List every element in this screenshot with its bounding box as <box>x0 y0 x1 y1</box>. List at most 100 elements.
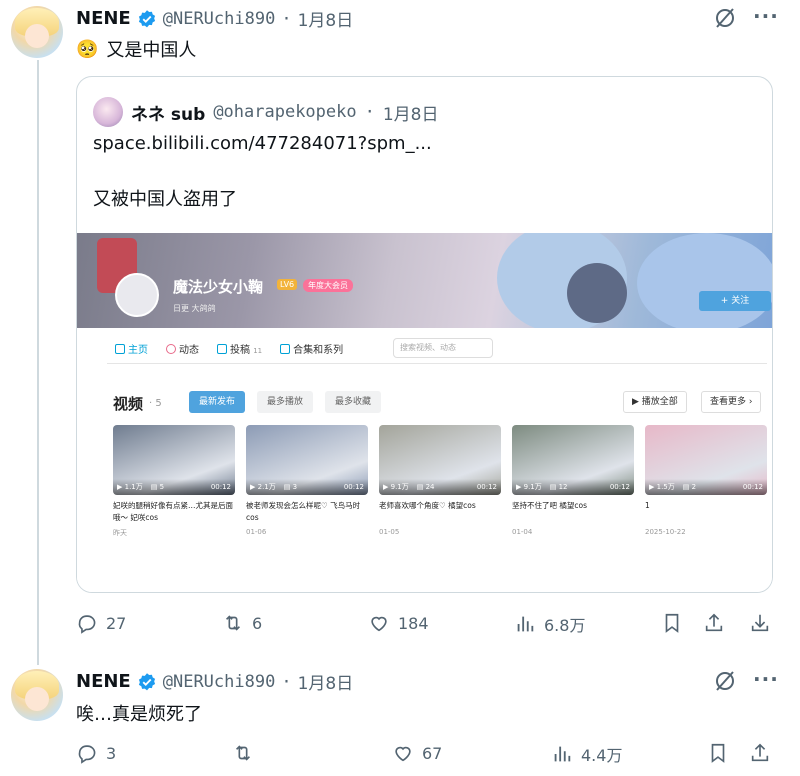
play-count: ▶ 2.1万 <box>250 483 276 491</box>
video-thumbnail: ▶ 9.1万 ▤ 12 00:12 <box>512 425 634 495</box>
quote-link[interactable]: space.bilibili.com/477284071?spm_... <box>93 133 432 154</box>
author-handle[interactable]: @NERUchi890 <box>163 672 276 692</box>
reply-button[interactable]: 3 <box>76 742 116 764</box>
video-stats: ▶ 2.1万 ▤ 3 00:12 <box>246 479 368 495</box>
share-icon <box>751 743 769 762</box>
follow-button: + 关注 <box>699 291 771 311</box>
video-title: 坚持不住了吧 橘望cos <box>512 501 588 510</box>
video-card: ▶ 1.5万 ▤ 2 00:12 1 2025-10-22 <box>645 425 767 536</box>
share-button[interactable] <box>703 612 725 634</box>
retweet-button[interactable] <box>232 742 254 764</box>
analytics-icon <box>517 616 534 632</box>
thread-connector-line <box>37 60 39 665</box>
more-options-icon[interactable]: ··· <box>753 667 779 691</box>
nav-collections: 合集和系列 <box>280 341 343 356</box>
author-handle[interactable]: @NERUchi890 <box>163 9 276 29</box>
attached-image[interactable]: 魔法少女小鞠 LV6 年度大会员 日更 大鸽鸽 + 关注 主页 动态 投稿 11… <box>77 233 772 592</box>
uploads-icon <box>217 344 227 354</box>
video-duration: 00:12 <box>609 483 630 491</box>
heart-icon <box>395 746 411 762</box>
sort-latest: 最新发布 <box>189 391 246 413</box>
download-button[interactable] <box>749 612 771 634</box>
tweet-text: 🥺 又是中国人 <box>76 36 196 62</box>
play-all-button: ▶ 播放全部 <box>623 391 687 413</box>
avatar[interactable] <box>11 6 63 58</box>
danmaku-count: ▤ 5 <box>150 483 165 491</box>
views-button[interactable]: 4.4万 <box>551 742 622 766</box>
divider <box>107 363 767 364</box>
avatar[interactable] <box>11 669 63 721</box>
tweet-date[interactable]: 1月8日 <box>298 669 354 694</box>
quoted-tweet-card[interactable]: ネネ sub @oharapekopeko · 1月8日 space.bilib… <box>76 76 773 593</box>
tweet-body: 又是中国人 <box>106 40 197 61</box>
quote-author-name: ネネ sub <box>131 104 206 125</box>
tweet-header: NENE @NERUchi890 · 1月8日 <box>76 669 353 694</box>
author-name[interactable]: NENE <box>76 8 131 29</box>
author-name[interactable]: NENE <box>76 671 131 692</box>
bookmark-button[interactable] <box>707 742 729 764</box>
video-card: ▶ 1.1万 ▤ 5 00:12 妃咲的腿稍好像有点紧…尤其是后面哦～ 妃咲cos 昨天 <box>113 425 235 538</box>
video-card: ▶ 9.1万 ▤ 24 00:12 老师喜欢哪个角度♡ 橘望cos 01-05 <box>379 425 501 536</box>
uploader-signature: 日更 大鸽鸽 <box>173 304 216 313</box>
bookmark-icon <box>665 613 679 633</box>
sort-most-played: 最多播放 <box>257 391 314 413</box>
nav-home: 主页 <box>115 341 148 356</box>
separator-dot: · <box>281 8 292 29</box>
video-duration: 00:12 <box>742 483 763 491</box>
views-button[interactable]: 6.8万 <box>514 612 585 636</box>
verified-badge-icon <box>138 672 155 690</box>
video-stats: ▶ 9.1万 ▤ 12 00:12 <box>512 479 634 495</box>
heart-icon <box>371 616 387 632</box>
grok-icon[interactable] <box>713 669 737 693</box>
tweet-date[interactable]: 1月8日 <box>298 6 354 31</box>
see-more-button: 查看更多 › <box>701 391 762 413</box>
avatar-face <box>25 687 49 711</box>
video-stats: ▶ 1.1万 ▤ 5 00:12 <box>113 479 235 495</box>
retweet-button[interactable]: 6 <box>222 612 262 634</box>
tweet-body: 唉…真是烦死了 <box>76 704 202 725</box>
tweet-header: NENE @NERUchi890 · 1月8日 <box>76 6 353 31</box>
share-button[interactable] <box>749 742 771 764</box>
separator-dot: · <box>281 671 292 692</box>
videos-count: · 5 <box>149 398 162 409</box>
like-button[interactable]: 67 <box>392 742 442 764</box>
profile-banner: 魔法少女小鞠 LV6 年度大会员 日更 大鸽鸽 + 关注 <box>77 233 772 328</box>
dynamic-icon <box>166 344 176 354</box>
danmaku-count: ▤ 24 <box>416 483 435 491</box>
verified-badge-icon <box>138 9 155 27</box>
uploader-name: 魔法少女小鞠 <box>173 278 264 296</box>
pleading-face-emoji: 🥺 <box>76 38 99 60</box>
more-options-icon[interactable]: ··· <box>753 4 779 28</box>
video-date: 01-04 <box>512 528 533 536</box>
video-date: 昨天 <box>113 529 127 537</box>
video-thumbnail: ▶ 9.1万 ▤ 24 00:12 <box>379 425 501 495</box>
video-thumbnail: ▶ 1.1万 ▤ 5 00:12 <box>113 425 235 495</box>
video-date: 2025-10-22 <box>645 528 686 536</box>
reply-icon <box>78 745 96 764</box>
share-icon <box>705 613 723 632</box>
video-stats: ▶ 1.5万 ▤ 2 00:12 <box>645 479 767 495</box>
video-stats: ▶ 9.1万 ▤ 24 00:12 <box>379 479 501 495</box>
video-title: 被老师发现会怎么样呢♡ 飞鸟马时cos <box>246 501 361 522</box>
quote-avatar <box>93 97 123 127</box>
video-date: 01-05 <box>379 528 400 536</box>
vip-badge: 年度大会员 <box>303 279 353 292</box>
nav-dynamic: 动态 <box>166 341 199 356</box>
quote-text: 又被中国人盗用了 <box>93 189 237 210</box>
level-badge: LV6 <box>277 279 298 290</box>
download-icon <box>751 614 769 632</box>
quote-author-handle: @oharapekopeko <box>213 102 357 122</box>
reply-icon <box>78 615 96 634</box>
sort-most-favorited: 最多收藏 <box>325 391 382 413</box>
bookmark-button[interactable] <box>661 612 683 634</box>
uploader-avatar <box>115 273 159 317</box>
video-thumbnail: ▶ 2.1万 ▤ 3 00:12 <box>246 425 368 495</box>
grok-icon[interactable] <box>713 6 737 30</box>
video-date: 01-06 <box>246 528 267 536</box>
quote-header: ネネ sub @oharapekopeko · 1月8日 <box>93 97 439 127</box>
collections-icon <box>280 344 291 354</box>
play-count: ▶ 1.5万 <box>649 483 675 491</box>
like-button[interactable]: 184 <box>368 612 429 634</box>
video-thumbnail: ▶ 1.5万 ▤ 2 00:12 <box>645 425 767 495</box>
reply-button[interactable]: 27 <box>76 612 126 634</box>
